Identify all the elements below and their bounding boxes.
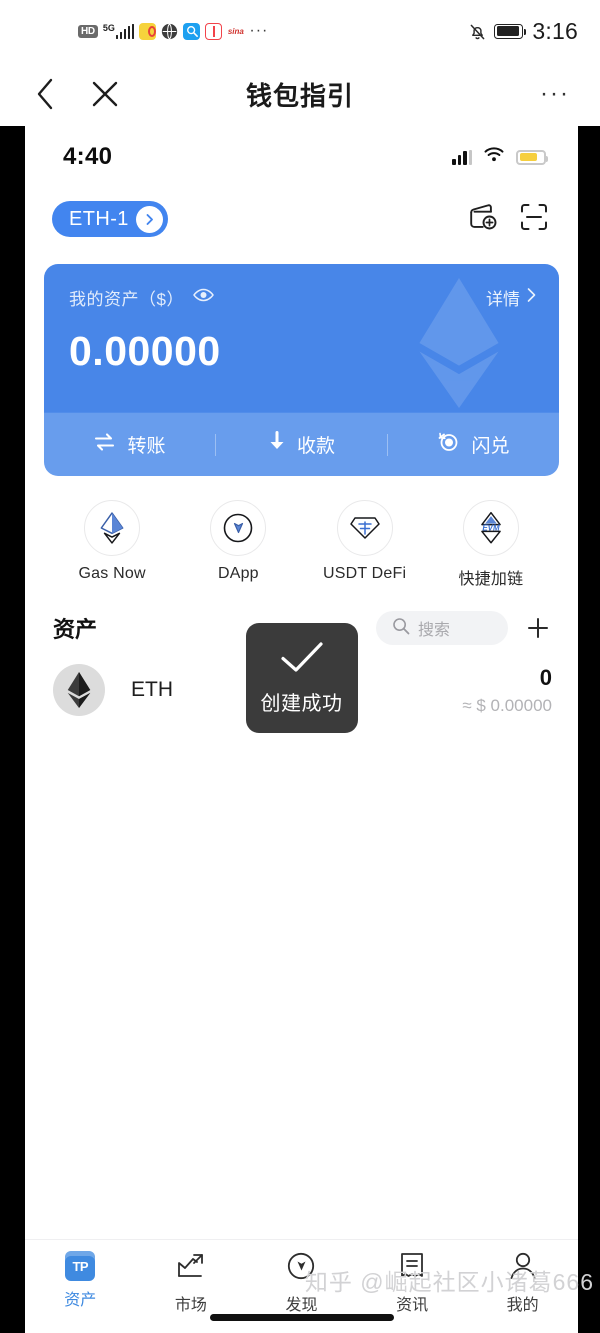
balance-card[interactable]: 我的资产（$） 详情 0.00000 转账 收款 闪兑 bbox=[44, 264, 559, 476]
search-input[interactable]: 搜索 bbox=[376, 611, 508, 645]
swap-icon bbox=[437, 430, 460, 459]
token-usd-value: ≈ $ 0.00000 bbox=[462, 695, 552, 715]
book-app-icon bbox=[205, 22, 223, 40]
ethereum-gas-icon bbox=[84, 500, 141, 556]
success-toast: 创建成功 bbox=[245, 623, 358, 733]
toast-text: 创建成功 bbox=[260, 693, 343, 715]
shortcut-label: Gas Now bbox=[78, 565, 146, 582]
wallet-header-actions bbox=[468, 203, 548, 236]
bell-muted-icon bbox=[469, 23, 485, 40]
token-amount: 0 bbox=[539, 664, 552, 690]
ethereum-icon bbox=[53, 664, 105, 716]
battery-icon bbox=[516, 149, 548, 165]
tab-assets[interactable]: TP 资产 bbox=[25, 1251, 136, 1310]
add-wallet-icon[interactable] bbox=[468, 203, 498, 236]
os-status-right: 3:16 bbox=[469, 18, 578, 45]
token-symbol: ETH bbox=[131, 678, 173, 701]
evm-chain-icon: EVM bbox=[462, 500, 519, 556]
plus-icon[interactable] bbox=[524, 614, 552, 642]
battery-icon bbox=[494, 23, 527, 39]
svg-text:EVM: EVM bbox=[482, 523, 500, 532]
shortcut-label: 快捷加链 bbox=[458, 571, 524, 588]
balance-label-row: 我的资产（$） 详情 bbox=[69, 285, 537, 310]
tab-label: 资产 bbox=[64, 1292, 97, 1309]
swap-button[interactable]: 闪兑 bbox=[388, 430, 559, 459]
embedded-wallet-screen: 4:40 ETH-1 我的资产（$） 详情 0.00000 转账 收款 闪兑 G… bbox=[25, 126, 578, 1333]
tab-market[interactable]: 市场 bbox=[136, 1251, 247, 1315]
chevron-right-icon bbox=[526, 287, 537, 308]
webview-nav-bar: 钱包指引 ··· bbox=[0, 62, 600, 126]
receive-icon bbox=[268, 431, 286, 458]
app-status-bar: 4:40 bbox=[25, 126, 578, 188]
assets-title: 资产 bbox=[53, 617, 98, 642]
shortcut-label: USDT DeFi bbox=[322, 565, 407, 582]
shortcut-row: Gas Now DApp USDT DeFi EVM 快捷加链 bbox=[25, 476, 578, 589]
app-clock: 4:40 bbox=[63, 143, 113, 170]
shortcut-label: DApp bbox=[217, 565, 259, 582]
screenshot-root: HD 5G sina ··· 3:16 钱包指引 ··· 4:40 ETH-1 … bbox=[0, 0, 600, 1333]
search-icon bbox=[392, 617, 410, 640]
close-icon[interactable] bbox=[88, 77, 122, 111]
usdt-defi-icon bbox=[336, 500, 393, 556]
shortcut-dapp[interactable]: DApp bbox=[175, 500, 301, 589]
receive-label: 收款 bbox=[296, 436, 335, 457]
cellular-5g-icon: 5G bbox=[103, 23, 135, 39]
chevron-right-icon bbox=[135, 205, 163, 233]
watermark: 知乎 @崛起社区小诸葛666 bbox=[304, 1269, 594, 1295]
search-app-icon bbox=[183, 22, 201, 40]
overflow-dots: ··· bbox=[249, 22, 269, 39]
wallet-name-label: ETH-1 bbox=[69, 207, 129, 230]
balance-amount: 0.00000 bbox=[69, 328, 221, 374]
swap-label: 闪兑 bbox=[471, 436, 510, 457]
weibo-icon bbox=[139, 22, 157, 40]
chevron-left-icon[interactable] bbox=[28, 77, 62, 111]
wallet-header-row: ETH-1 bbox=[25, 188, 578, 250]
check-icon bbox=[279, 640, 325, 681]
balance-label: 我的资产（$） bbox=[69, 290, 184, 309]
app-status-right bbox=[452, 147, 548, 167]
hd-badge: HD bbox=[78, 24, 98, 38]
letterbox-right bbox=[578, 126, 600, 1333]
balance-card-actions: 转账 收款 闪兑 bbox=[44, 413, 559, 476]
cellular-icon bbox=[452, 149, 472, 165]
wifi-icon bbox=[484, 147, 504, 167]
detail-link[interactable]: 详情 bbox=[486, 285, 537, 310]
home-indicator bbox=[209, 1314, 394, 1321]
chart-icon bbox=[176, 1251, 206, 1286]
shortcut-usdt-defi[interactable]: USDT DeFi bbox=[302, 500, 428, 589]
globe-icon bbox=[161, 22, 179, 40]
os-status-left: HD 5G sina ··· bbox=[78, 22, 269, 40]
wallet-selector-chip[interactable]: ETH-1 bbox=[52, 201, 168, 237]
token-values: 0 ≈ $ 0.00000 bbox=[462, 665, 552, 716]
shortcut-add-chain[interactable]: EVM 快捷加链 bbox=[428, 500, 554, 589]
transfer-button[interactable]: 转账 bbox=[44, 431, 215, 458]
sina-icon: sina bbox=[227, 26, 244, 36]
transfer-icon bbox=[93, 432, 116, 458]
os-status-bar: HD 5G sina ··· 3:16 bbox=[0, 0, 600, 62]
search-placeholder: 搜索 bbox=[418, 622, 451, 639]
letterbox-left bbox=[0, 126, 25, 1333]
tab-label: 市场 bbox=[174, 1297, 207, 1314]
os-clock: 3:16 bbox=[532, 17, 578, 44]
balance-card-top: 我的资产（$） 详情 0.00000 bbox=[44, 264, 559, 375]
compass-icon bbox=[210, 500, 267, 556]
more-horizontal-icon[interactable]: ··· bbox=[540, 82, 570, 106]
receive-button[interactable]: 收款 bbox=[216, 431, 387, 458]
tokenpocket-logo-icon: TP bbox=[65, 1251, 96, 1281]
shortcut-gas-now[interactable]: Gas Now bbox=[49, 500, 175, 589]
detail-label: 详情 bbox=[486, 290, 520, 309]
eye-icon[interactable] bbox=[193, 288, 214, 307]
transfer-label: 转账 bbox=[127, 436, 166, 457]
scan-icon[interactable] bbox=[520, 203, 548, 236]
